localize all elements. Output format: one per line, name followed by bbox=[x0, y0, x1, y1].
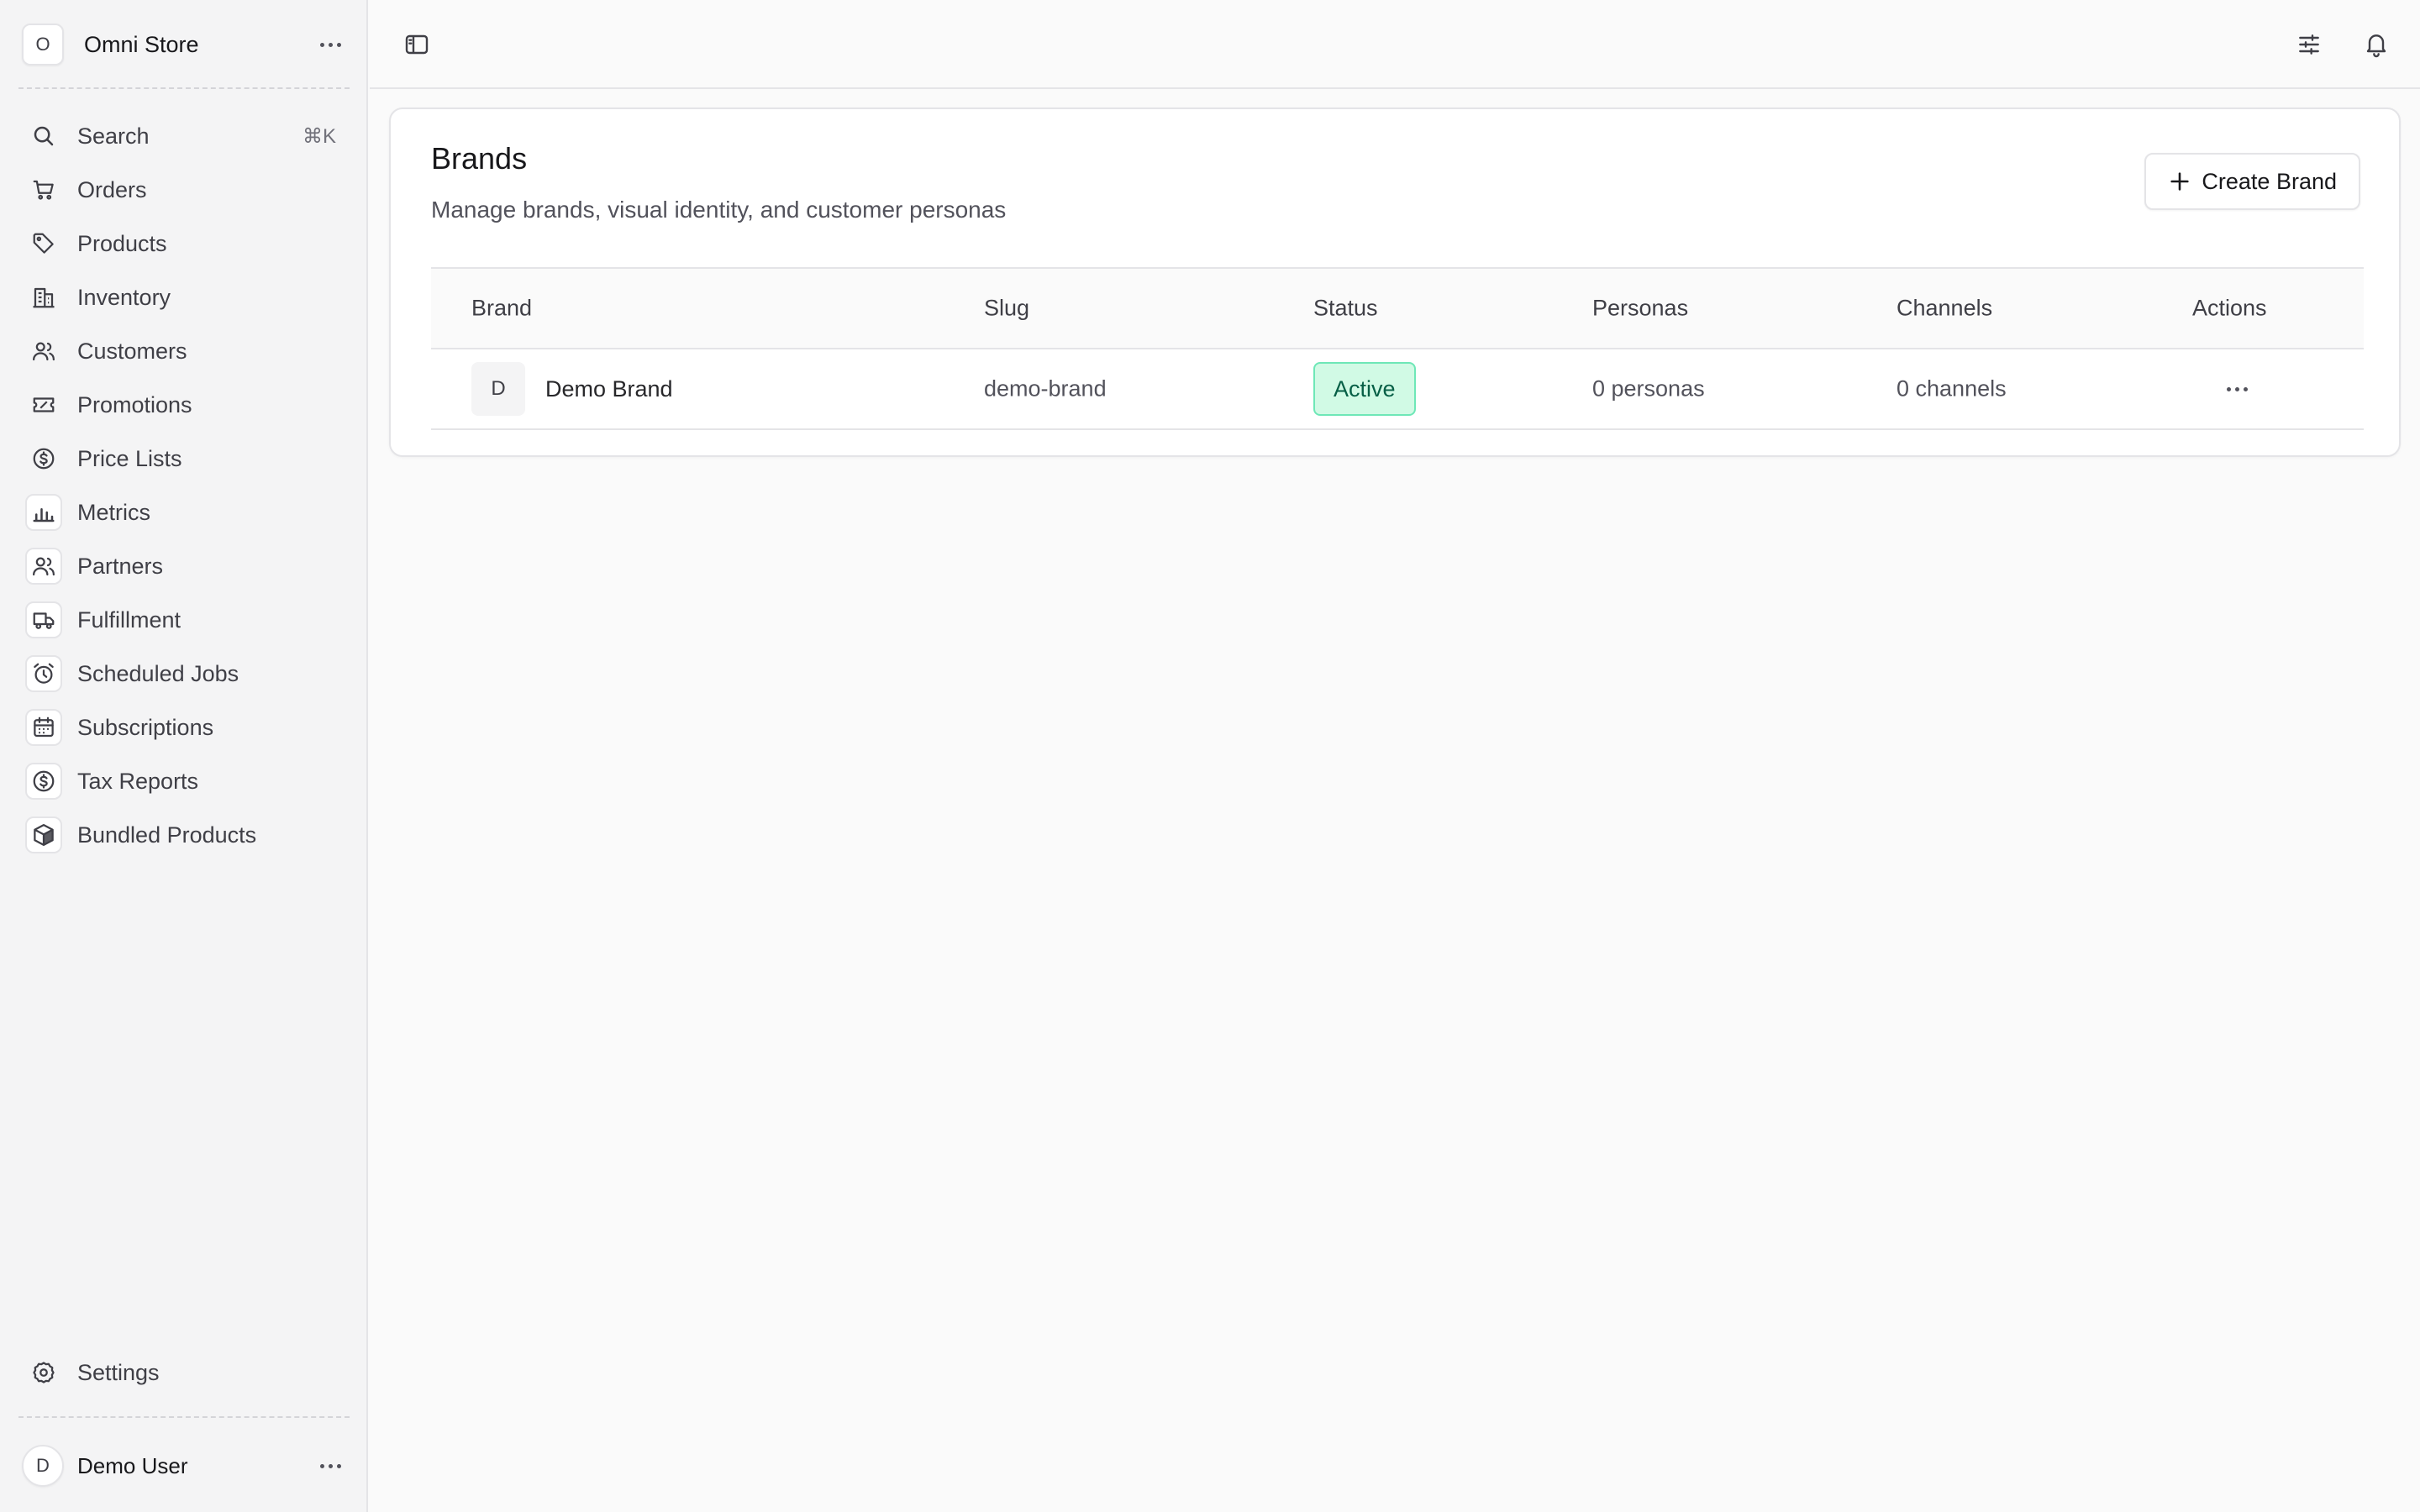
sidebar-item-partners[interactable]: Partners bbox=[22, 539, 346, 593]
gear-icon bbox=[22, 1351, 66, 1394]
sidebar-item-search[interactable]: Search ⌘K bbox=[22, 109, 346, 163]
topbar bbox=[370, 0, 2420, 89]
calendar-icon bbox=[25, 709, 62, 746]
brand-avatar: D bbox=[471, 362, 525, 416]
create-brand-button[interactable]: Create Brand bbox=[2144, 153, 2360, 210]
brands-card: Brands Manage brands, visual identity, a… bbox=[389, 108, 2401, 457]
brands-table: Brand Slug Status Personas Channels Acti… bbox=[431, 267, 2364, 430]
avatar: D bbox=[22, 1445, 64, 1487]
sidebar-item-label: Orders bbox=[77, 176, 147, 202]
sidebar-item-label: Price Lists bbox=[77, 445, 182, 471]
sidebar-item-label: Bundled Products bbox=[77, 822, 257, 848]
sidebar-item-bundled-products[interactable]: Bundled Products bbox=[22, 808, 346, 862]
sidebar-item-customers[interactable]: Customers bbox=[22, 324, 346, 378]
divider bbox=[18, 1416, 350, 1418]
user-more-icon[interactable] bbox=[315, 1456, 346, 1477]
sidebar-item-label: Search bbox=[77, 123, 150, 149]
sidebar-item-promotions[interactable]: Promotions bbox=[22, 378, 346, 432]
brand-name[interactable]: Demo Brand bbox=[545, 376, 673, 402]
dollar-circle-icon bbox=[25, 763, 62, 800]
column-header-personas[interactable]: Personas bbox=[1592, 296, 1688, 322]
create-brand-label: Create Brand bbox=[2202, 168, 2337, 194]
brand-slug: demo-brand bbox=[984, 375, 1107, 402]
alarm-clock-icon bbox=[25, 655, 62, 692]
store-avatar: O bbox=[22, 24, 64, 66]
status-badge-cell: Active bbox=[1313, 362, 1416, 416]
column-header-slug[interactable]: Slug bbox=[984, 296, 1029, 322]
plus-icon bbox=[2170, 172, 2190, 191]
sidebar-item-label: Partners bbox=[77, 553, 164, 579]
sidebar-item-inventory[interactable]: Inventory bbox=[22, 270, 346, 324]
sidebar-item-orders[interactable]: Orders bbox=[22, 163, 346, 217]
truck-icon bbox=[25, 601, 62, 638]
tag-icon bbox=[22, 222, 66, 265]
sidebar: O Omni Store Search ⌘K Orders Products I… bbox=[0, 0, 368, 1512]
users-icon bbox=[25, 548, 62, 585]
channels-count: 0 channels bbox=[1897, 375, 2007, 402]
box-icon bbox=[25, 816, 62, 853]
store-more-icon[interactable] bbox=[315, 34, 346, 55]
sidebar-item-tax-reports[interactable]: Tax Reports bbox=[22, 754, 346, 808]
sidebar-item-label: Subscriptions bbox=[77, 714, 214, 740]
row-actions-icon[interactable] bbox=[2207, 369, 2248, 409]
column-header-brand[interactable]: Brand bbox=[471, 296, 532, 322]
sidebar-toggle-icon[interactable] bbox=[395, 23, 439, 66]
sidebar-item-label: Fulfillment bbox=[77, 606, 182, 633]
sidebar-item-label: Inventory bbox=[77, 284, 171, 310]
sidebar-item-products[interactable]: Products bbox=[22, 217, 346, 270]
user-menu[interactable]: D Demo User bbox=[22, 1445, 346, 1487]
store-name: Omni Store bbox=[84, 31, 199, 57]
sidebar-item-label: Settings bbox=[77, 1359, 160, 1385]
page-title: Brands bbox=[431, 141, 528, 176]
users-icon bbox=[22, 329, 66, 373]
building-icon bbox=[22, 276, 66, 319]
sidebar-item-settings[interactable]: Settings bbox=[22, 1346, 346, 1399]
sliders-icon[interactable] bbox=[2287, 23, 2331, 66]
table-header: Brand Slug Status Personas Channels Acti… bbox=[431, 267, 2364, 349]
status-badge: Active bbox=[1313, 362, 1416, 416]
table-row[interactable]: D Demo Brand demo-brand Active 0 persona… bbox=[431, 349, 2364, 430]
sidebar-item-subscriptions[interactable]: Subscriptions bbox=[22, 701, 346, 754]
sidebar-item-label: Customers bbox=[77, 338, 187, 364]
page-subtitle: Manage brands, visual identity, and cust… bbox=[431, 197, 1007, 223]
dollar-circle-icon bbox=[22, 437, 66, 480]
sidebar-settings-section: Settings bbox=[22, 1346, 346, 1399]
personas-count: 0 personas bbox=[1592, 375, 1705, 402]
sidebar-item-label: Products bbox=[77, 230, 167, 256]
column-header-status[interactable]: Status bbox=[1313, 296, 1378, 322]
cart-icon bbox=[22, 168, 66, 212]
brand-cell: D Demo Brand bbox=[471, 362, 673, 416]
sidebar-item-label: Scheduled Jobs bbox=[77, 660, 239, 686]
sidebar-item-label: Promotions bbox=[77, 391, 192, 417]
column-header-actions: Actions bbox=[2192, 295, 2267, 321]
search-icon bbox=[22, 114, 66, 158]
sidebar-item-metrics[interactable]: Metrics bbox=[22, 486, 346, 539]
sidebar-item-label: Tax Reports bbox=[77, 768, 199, 794]
user-name: Demo User bbox=[77, 1452, 188, 1478]
sidebar-nav: Search ⌘K Orders Products Inventory Cust… bbox=[22, 109, 346, 862]
sidebar-item-label: Metrics bbox=[77, 499, 150, 525]
search-shortcut: ⌘K bbox=[302, 124, 336, 148]
divider bbox=[18, 87, 350, 89]
bar-chart-icon bbox=[25, 494, 62, 531]
store-switcher[interactable]: O Omni Store bbox=[22, 24, 346, 66]
sidebar-item-scheduled-jobs[interactable]: Scheduled Jobs bbox=[22, 647, 346, 701]
bell-icon[interactable] bbox=[2354, 23, 2398, 66]
ticket-icon bbox=[22, 383, 66, 427]
sidebar-item-fulfillment[interactable]: Fulfillment bbox=[22, 593, 346, 647]
column-header-channels[interactable]: Channels bbox=[1897, 296, 1992, 322]
sidebar-item-price-lists[interactable]: Price Lists bbox=[22, 432, 346, 486]
